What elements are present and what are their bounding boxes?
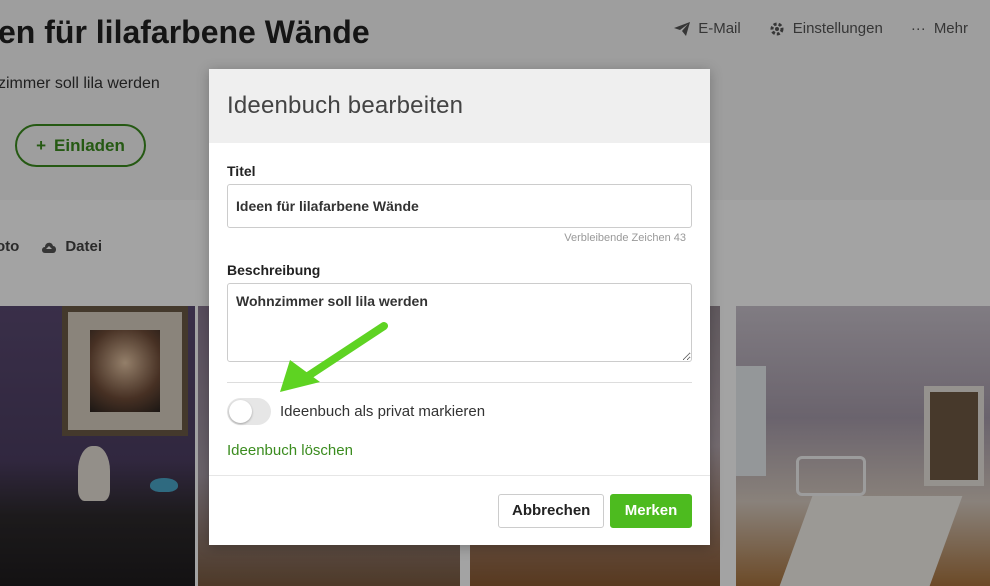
toggle-knob xyxy=(229,400,252,423)
description-label: Beschreibung xyxy=(227,262,321,278)
dialog-footer: Abbrechen Merken xyxy=(209,475,710,545)
remaining-characters: Verbleibende Zeichen 43 xyxy=(564,232,686,244)
private-toggle-row: Ideenbuch als privat markieren xyxy=(227,398,692,425)
cancel-button[interactable]: Abbrechen xyxy=(498,493,604,528)
dialog-header: Ideenbuch bearbeiten xyxy=(209,69,710,143)
title-label: Titel xyxy=(227,163,256,179)
dialog-title: Ideenbuch bearbeiten xyxy=(227,92,464,119)
private-toggle-label: Ideenbuch als privat markieren xyxy=(280,403,486,420)
dialog-body: Titel Verbleibende Zeichen 43 Beschreibu… xyxy=(209,143,710,459)
edit-ideabook-dialog: Ideenbuch bearbeiten Titel Verbleibende … xyxy=(209,69,710,545)
title-input[interactable] xyxy=(227,184,692,228)
private-toggle[interactable] xyxy=(227,398,271,425)
delete-ideabook-link[interactable]: Ideenbuch löschen xyxy=(227,442,692,459)
save-button[interactable]: Merken xyxy=(610,493,692,528)
annotation-arrow-icon xyxy=(280,322,388,392)
